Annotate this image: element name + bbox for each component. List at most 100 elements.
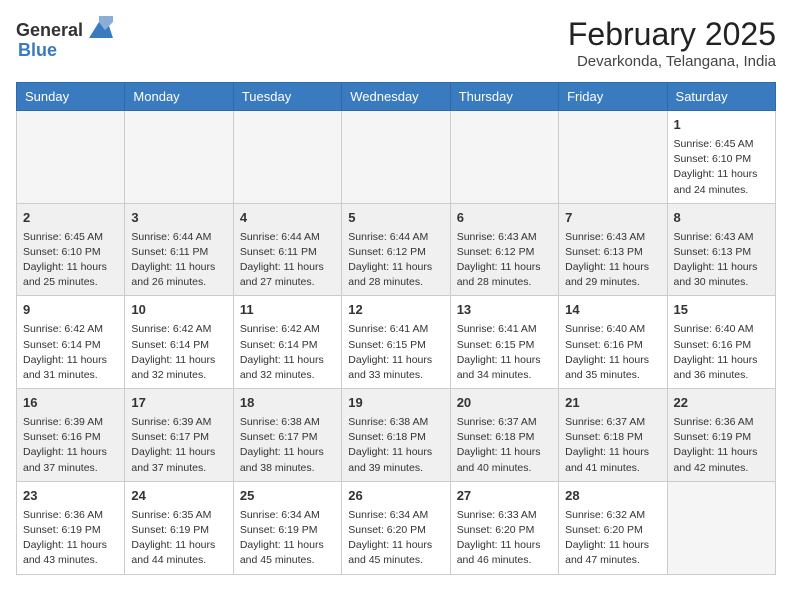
calendar-week-row: 23Sunrise: 6:36 AM Sunset: 6:19 PM Dayli… (17, 481, 776, 574)
day-number: 28 (565, 487, 660, 506)
calendar-week-row: 9 Sunrise: 6:42 AM Sunset: 6:14 PM Daylig… (17, 296, 776, 389)
day-info: Sunrise: 6:41 AM Sunset: 6:15 PM Dayligh… (348, 323, 432, 381)
weekday-header: Thursday (450, 83, 558, 111)
calendar-cell: 18 Sunrise: 6:38 AM Sunset: 6:17 PM Dayli… (233, 389, 341, 482)
day-number: 1 (674, 116, 769, 135)
day-info: Sunrise: 6:40 AM Sunset: 6:16 PM Dayligh… (565, 323, 649, 381)
calendar-cell: 16 Sunrise: 6:39 AM Sunset: 6:16 PM Dayli… (17, 389, 125, 482)
day-number: 24 (131, 487, 226, 506)
day-number: 9 (23, 301, 118, 320)
day-info: Sunrise: 6:42 AM Sunset: 6:14 PM Dayligh… (23, 323, 107, 381)
day-info: Sunrise: 6:39 AM Sunset: 6:16 PM Dayligh… (23, 416, 107, 474)
calendar-cell (17, 111, 125, 204)
calendar-cell: 6 Sunrise: 6:43 AM Sunset: 6:12 PM Daylig… (450, 203, 558, 296)
calendar-cell: 11 Sunrise: 6:42 AM Sunset: 6:14 PM Dayli… (233, 296, 341, 389)
calendar-week-row: 16 Sunrise: 6:39 AM Sunset: 6:16 PM Dayli… (17, 389, 776, 482)
day-info: Sunrise: 6:44 AM Sunset: 6:11 PM Dayligh… (131, 231, 215, 289)
weekday-header: Saturday (667, 83, 775, 111)
calendar-header-row: SundayMondayTuesdayWednesdayThursdayFrid… (17, 83, 776, 111)
calendar-cell: 22 Sunrise: 6:36 AM Sunset: 6:19 PM Dayli… (667, 389, 775, 482)
day-number: 6 (457, 209, 552, 228)
day-info: Sunrise: 6:41 AM Sunset: 6:15 PM Dayligh… (457, 323, 541, 381)
day-info: Sunrise: 6:45 AM Sunset: 6:10 PM Dayligh… (23, 231, 107, 289)
day-number: 10 (131, 301, 226, 320)
calendar-cell: 3 Sunrise: 6:44 AM Sunset: 6:11 PM Daylig… (125, 203, 233, 296)
day-info: Sunrise: 6:43 AM Sunset: 6:13 PM Dayligh… (674, 231, 758, 289)
day-number: 14 (565, 301, 660, 320)
day-info: Sunrise: 6:44 AM Sunset: 6:11 PM Dayligh… (240, 231, 324, 289)
day-info: Sunrise: 6:39 AM Sunset: 6:17 PM Dayligh… (131, 416, 215, 474)
logo: General Blue (16, 16, 113, 61)
day-number: 4 (240, 209, 335, 228)
calendar-cell: 2 Sunrise: 6:45 AM Sunset: 6:10 PM Daylig… (17, 203, 125, 296)
day-info: Sunrise: 6:36 AM Sunset: 6:19 PM Dayligh… (674, 416, 758, 474)
weekday-header: Tuesday (233, 83, 341, 111)
calendar-cell: 28 Sunrise: 6:32 AM Sunset: 6:20 PM Dayli… (559, 481, 667, 574)
day-number: 20 (457, 394, 552, 413)
calendar-cell (667, 481, 775, 574)
calendar-cell: 27 Sunrise: 6:33 AM Sunset: 6:20 PM Dayli… (450, 481, 558, 574)
calendar-cell: 25 Sunrise: 6:34 AM Sunset: 6:19 PM Dayli… (233, 481, 341, 574)
day-info: Sunrise: 6:35 AM Sunset: 6:19 PM Dayligh… (131, 509, 215, 567)
day-info: Sunrise: 6:38 AM Sunset: 6:18 PM Dayligh… (348, 416, 432, 474)
calendar-week-row: 1 Sunrise: 6:45 AM Sunset: 6:10 PM Daylig… (17, 111, 776, 204)
weekday-header: Friday (559, 83, 667, 111)
day-number: 17 (131, 394, 226, 413)
day-number: 19 (348, 394, 443, 413)
logo-blue: Blue (18, 40, 57, 61)
day-number: 18 (240, 394, 335, 413)
day-number: 26 (348, 487, 443, 506)
calendar-cell: 23Sunrise: 6:36 AM Sunset: 6:19 PM Dayli… (17, 481, 125, 574)
day-info: Sunrise: 6:44 AM Sunset: 6:12 PM Dayligh… (348, 231, 432, 289)
day-number: 2 (23, 209, 118, 228)
day-number: 16 (23, 394, 118, 413)
calendar-cell: 21Sunrise: 6:37 AM Sunset: 6:18 PM Dayli… (559, 389, 667, 482)
calendar-cell: 7 Sunrise: 6:43 AM Sunset: 6:13 PM Daylig… (559, 203, 667, 296)
day-number: 22 (674, 394, 769, 413)
calendar-cell (233, 111, 341, 204)
day-number: 13 (457, 301, 552, 320)
calendar-cell (450, 111, 558, 204)
day-info: Sunrise: 6:37 AM Sunset: 6:18 PM Dayligh… (457, 416, 541, 474)
page-header: General Blue February 2025 Devarkonda, T… (16, 16, 776, 70)
weekday-header: Monday (125, 83, 233, 111)
day-info: Sunrise: 6:37 AM Sunset: 6:18 PM Dayligh… (565, 416, 649, 474)
day-info: Sunrise: 6:42 AM Sunset: 6:14 PM Dayligh… (131, 323, 215, 381)
day-number: 7 (565, 209, 660, 228)
day-number: 8 (674, 209, 769, 228)
calendar-week-row: 2 Sunrise: 6:45 AM Sunset: 6:10 PM Daylig… (17, 203, 776, 296)
calendar-cell: 15Sunrise: 6:40 AM Sunset: 6:16 PM Dayli… (667, 296, 775, 389)
calendar-table: SundayMondayTuesdayWednesdayThursdayFrid… (16, 82, 776, 575)
calendar-cell: 20 Sunrise: 6:37 AM Sunset: 6:18 PM Dayli… (450, 389, 558, 482)
day-number: 25 (240, 487, 335, 506)
logo-icon (85, 16, 113, 44)
day-number: 15 (674, 301, 769, 320)
location-title: Devarkonda, Telangana, India (568, 53, 776, 70)
calendar-cell (559, 111, 667, 204)
calendar-cell: 19 Sunrise: 6:38 AM Sunset: 6:18 PM Dayli… (342, 389, 450, 482)
calendar-cell: 1 Sunrise: 6:45 AM Sunset: 6:10 PM Daylig… (667, 111, 775, 204)
day-info: Sunrise: 6:32 AM Sunset: 6:20 PM Dayligh… (565, 509, 649, 567)
day-number: 11 (240, 301, 335, 320)
calendar-cell: 12 Sunrise: 6:41 AM Sunset: 6:15 PM Dayli… (342, 296, 450, 389)
day-info: Sunrise: 6:42 AM Sunset: 6:14 PM Dayligh… (240, 323, 324, 381)
calendar-cell (342, 111, 450, 204)
day-number: 23 (23, 487, 118, 506)
day-info: Sunrise: 6:33 AM Sunset: 6:20 PM Dayligh… (457, 509, 541, 567)
day-info: Sunrise: 6:34 AM Sunset: 6:20 PM Dayligh… (348, 509, 432, 567)
day-number: 12 (348, 301, 443, 320)
calendar-cell: 8 Sunrise: 6:43 AM Sunset: 6:13 PM Daylig… (667, 203, 775, 296)
day-info: Sunrise: 6:38 AM Sunset: 6:17 PM Dayligh… (240, 416, 324, 474)
day-info: Sunrise: 6:43 AM Sunset: 6:13 PM Dayligh… (565, 231, 649, 289)
calendar-cell: 24 Sunrise: 6:35 AM Sunset: 6:19 PM Dayli… (125, 481, 233, 574)
day-info: Sunrise: 6:34 AM Sunset: 6:19 PM Dayligh… (240, 509, 324, 567)
logo-general: General (16, 20, 83, 41)
day-info: Sunrise: 6:43 AM Sunset: 6:12 PM Dayligh… (457, 231, 541, 289)
month-title: February 2025 (568, 16, 776, 53)
weekday-header: Sunday (17, 83, 125, 111)
day-number: 5 (348, 209, 443, 228)
calendar-cell (125, 111, 233, 204)
day-number: 3 (131, 209, 226, 228)
day-number: 27 (457, 487, 552, 506)
day-info: Sunrise: 6:45 AM Sunset: 6:10 PM Dayligh… (674, 138, 758, 196)
